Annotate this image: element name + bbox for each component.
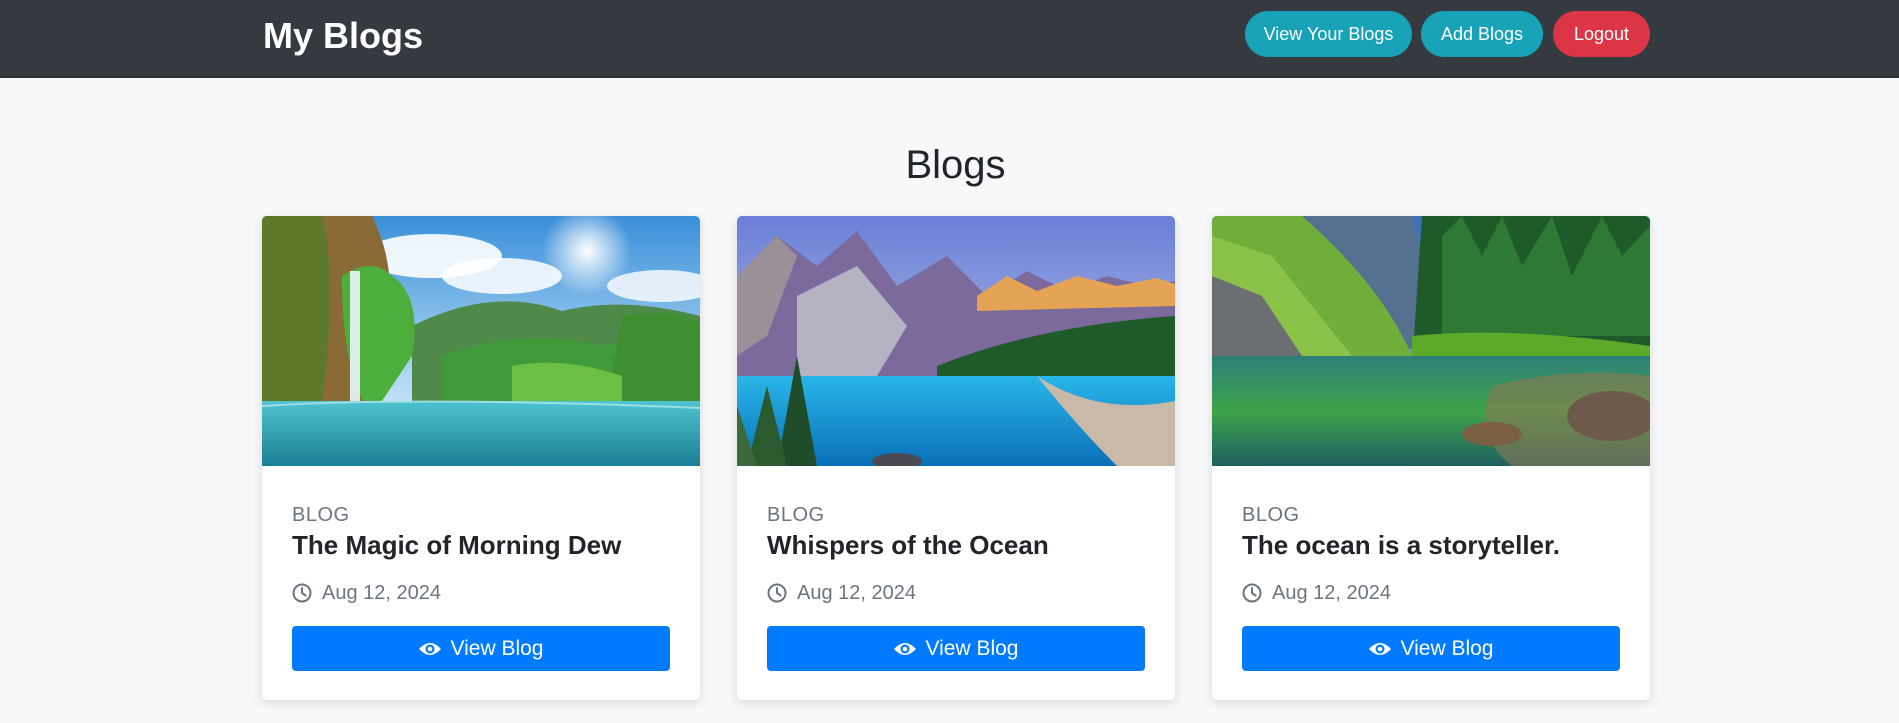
blog-card: BLOG The Magic of Morning Dew Aug 12, 20…	[262, 216, 700, 700]
eye-icon	[1369, 642, 1392, 655]
view-blog-label: View Blog	[925, 636, 1019, 660]
blog-date: Aug 12, 2024	[797, 581, 916, 604]
blog-card: BLOG The ocean is a storyteller. Aug 12,…	[1212, 216, 1650, 700]
blog-title: Whispers of the Ocean	[767, 530, 1049, 560]
blog-date-row: Aug 12, 2024	[767, 581, 916, 605]
blog-card-image	[737, 216, 1175, 466]
blog-title: The Magic of Morning Dew	[292, 530, 622, 560]
brand-title[interactable]: My Blogs	[263, 15, 423, 57]
eye-icon	[419, 642, 442, 655]
blog-card-image	[1212, 216, 1650, 466]
blog-date: Aug 12, 2024	[322, 581, 441, 604]
view-blog-button[interactable]: View Blog	[1242, 626, 1620, 671]
clock-icon	[292, 583, 312, 603]
blog-card-image	[262, 216, 700, 466]
clock-icon	[1242, 583, 1262, 603]
blog-category: BLOG	[1242, 504, 1300, 526]
blog-date: Aug 12, 2024	[1272, 581, 1391, 604]
clock-icon	[767, 583, 787, 603]
view-blog-button[interactable]: View Blog	[767, 626, 1145, 671]
logout-button[interactable]: Logout	[1553, 11, 1650, 57]
view-blog-label: View Blog	[450, 636, 544, 660]
blog-date-row: Aug 12, 2024	[1242, 581, 1391, 605]
blog-date-row: Aug 12, 2024	[292, 581, 441, 605]
blog-category: BLOG	[767, 504, 825, 526]
blog-category: BLOG	[292, 504, 350, 526]
view-blog-label: View Blog	[1400, 636, 1494, 660]
view-your-blogs-button[interactable]: View Your Blogs	[1245, 11, 1412, 57]
blog-title: The ocean is a storyteller.	[1242, 530, 1560, 560]
eye-icon	[894, 642, 917, 655]
page-title: Blogs	[905, 143, 1006, 187]
top-navbar: My Blogs View Your Blogs Add Blogs Logou…	[0, 0, 1899, 78]
blog-card: BLOG Whispers of the Ocean Aug 12, 2024 …	[737, 216, 1175, 700]
add-blogs-button[interactable]: Add Blogs	[1421, 11, 1543, 57]
view-blog-button[interactable]: View Blog	[292, 626, 670, 671]
